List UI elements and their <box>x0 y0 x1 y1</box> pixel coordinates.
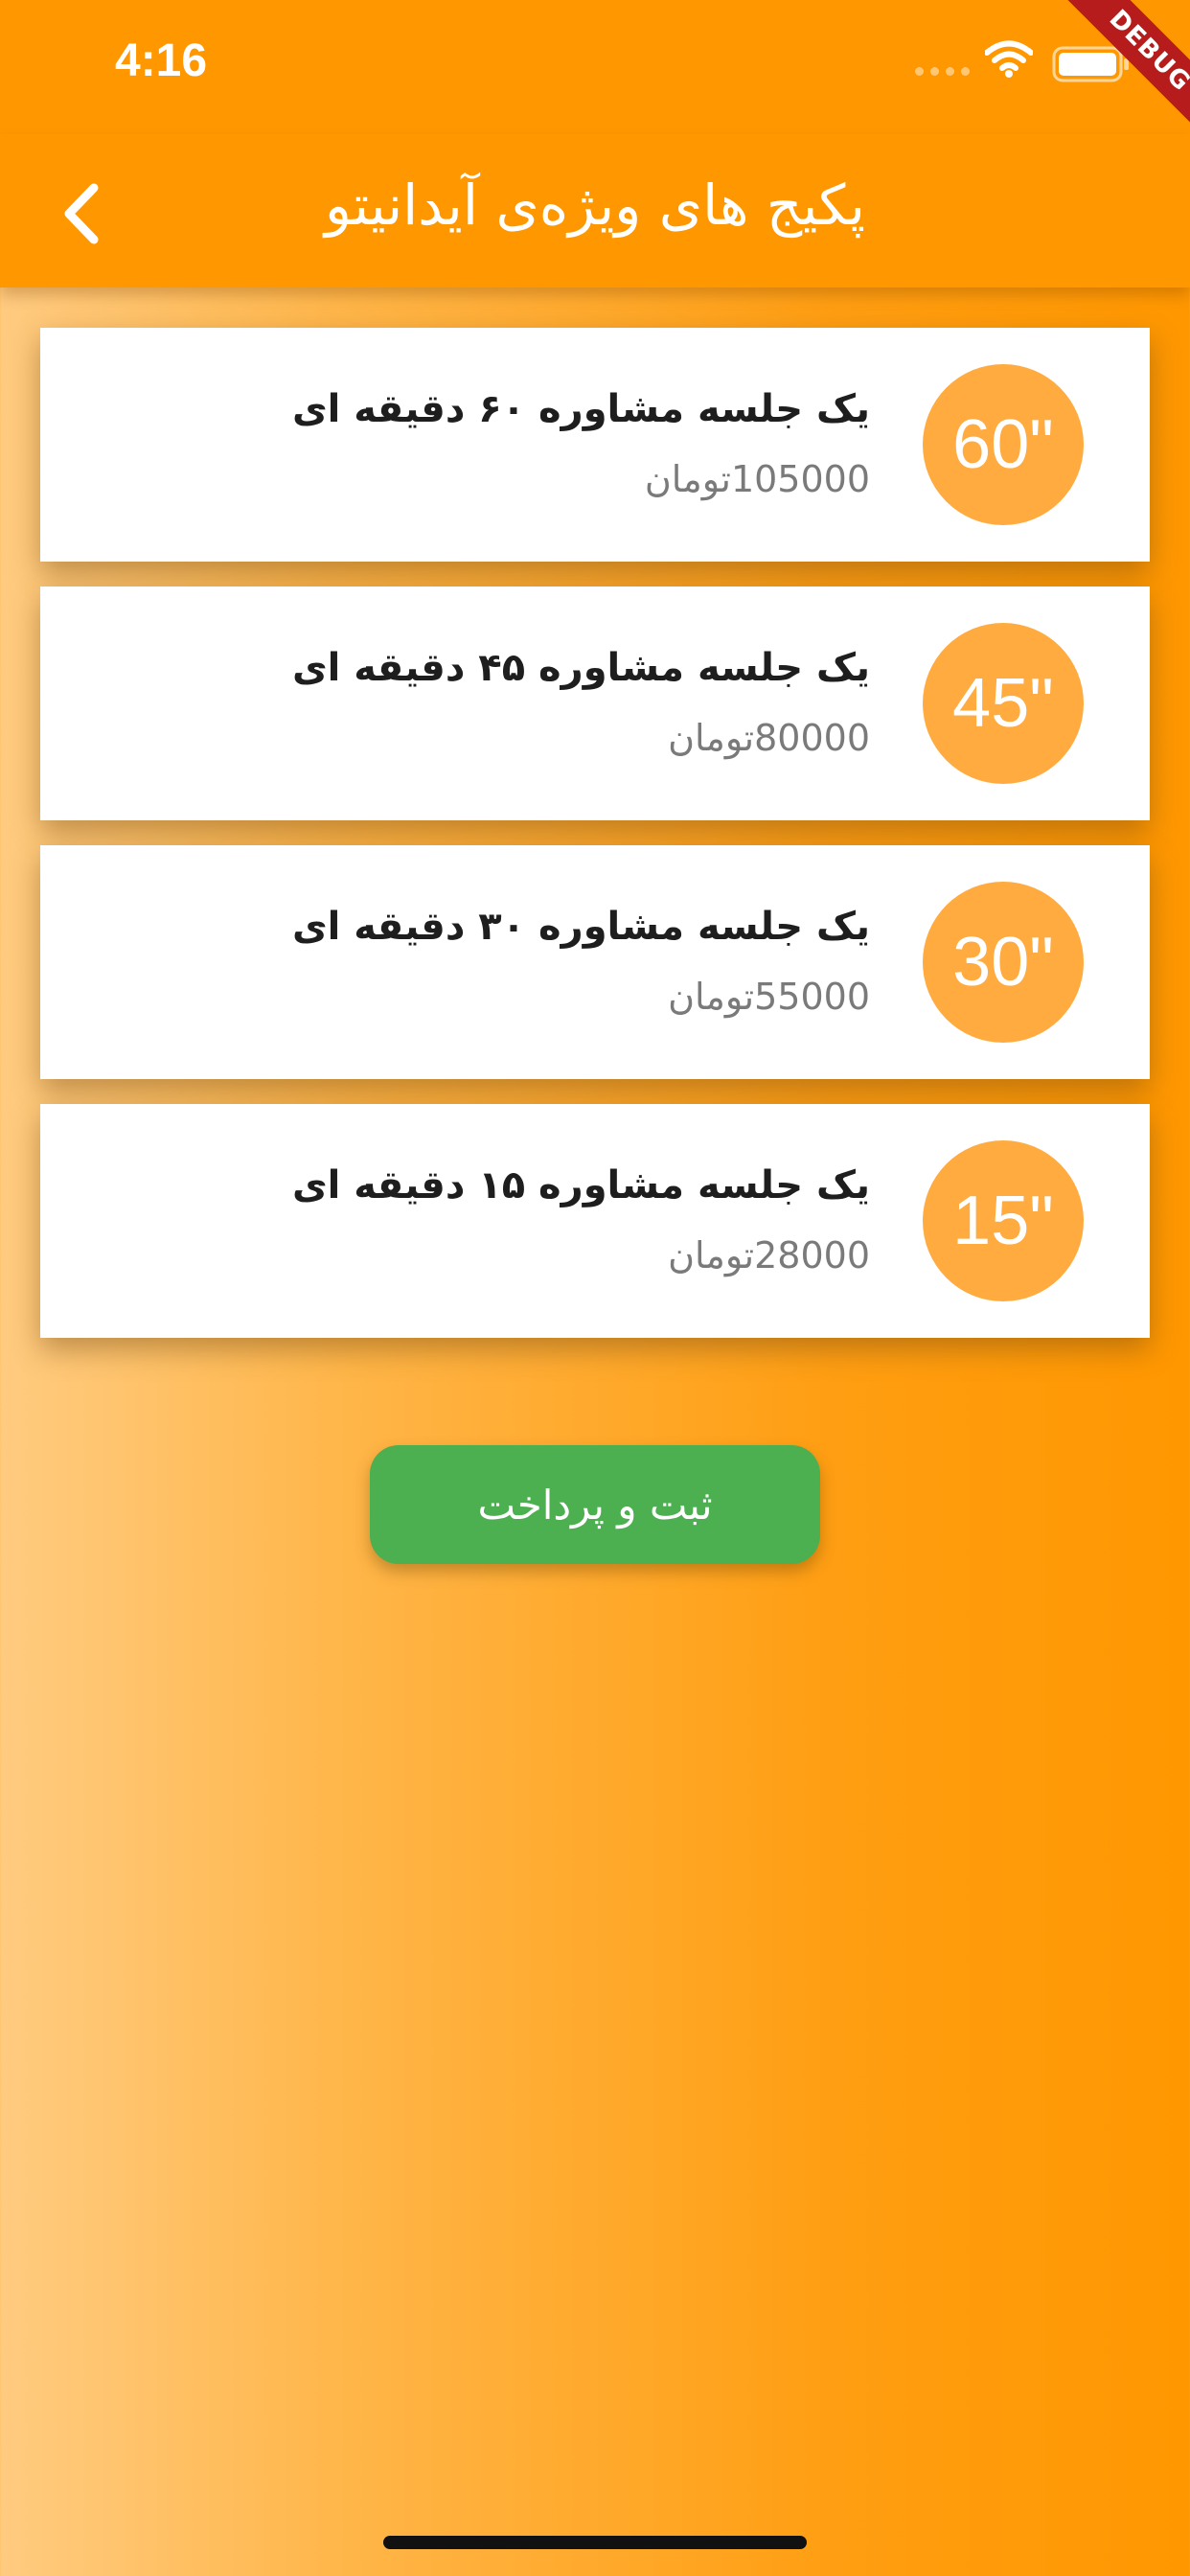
submit-and-pay-button[interactable]: ثبت و پرداخت <box>370 1445 820 1564</box>
package-card-60[interactable]: 60" یک جلسه مشاوره ۶۰ دقیقه ای 105000توم… <box>40 328 1150 562</box>
duration-label: 60" <box>952 406 1054 483</box>
package-title: یک جلسه مشاوره ۳۰ دقیقه ای <box>291 905 870 949</box>
package-card-45[interactable]: 45" یک جلسه مشاوره ۴۵ دقیقه ای 80000توما… <box>40 586 1150 820</box>
duration-badge: 30" <box>923 882 1084 1043</box>
package-card-30[interactable]: 30" یک جلسه مشاوره ۳۰ دقیقه ای 55000توما… <box>40 845 1150 1079</box>
package-card-15[interactable]: 15" یک جلسه مشاوره ۱۵ دقیقه ای 28000توما… <box>40 1104 1150 1338</box>
package-title: یک جلسه مشاوره ۱۵ دقیقه ای <box>291 1163 870 1208</box>
duration-badge: 15" <box>923 1140 1084 1301</box>
cellular-signal-icon <box>915 67 970 76</box>
app-bar: پکیج های ویژه‌ی آیدانیتو <box>0 134 1190 288</box>
duration-label: 30" <box>952 924 1054 1000</box>
duration-badge: 60" <box>923 364 1084 525</box>
status-bar: 4:16 <box>0 0 1190 134</box>
package-price: 105000تومان <box>644 458 870 500</box>
home-indicator[interactable] <box>383 2536 807 2549</box>
status-time: 4:16 <box>115 35 208 86</box>
duration-label: 45" <box>952 665 1054 742</box>
package-price: 28000تومان <box>668 1234 870 1276</box>
duration-badge: 45" <box>923 623 1084 784</box>
package-price: 80000تومان <box>668 717 870 759</box>
wifi-icon <box>985 40 1033 78</box>
package-list: 60" یک جلسه مشاوره ۶۰ دقیقه ای 105000توم… <box>40 328 1150 1363</box>
duration-label: 15" <box>952 1183 1054 1259</box>
package-price: 55000تومان <box>668 976 870 1018</box>
page-title: پکیج های ویژه‌ی آیدانیتو <box>325 172 865 238</box>
package-title: یک جلسه مشاوره ۴۵ دقیقه ای <box>291 646 870 690</box>
package-title: یک جلسه مشاوره ۶۰ دقیقه ای <box>291 387 870 431</box>
